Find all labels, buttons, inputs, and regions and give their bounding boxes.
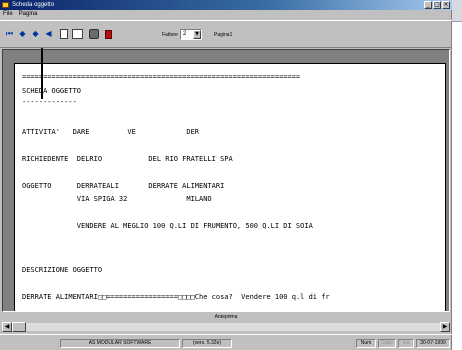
menu-pagina[interactable]: Pagina bbox=[19, 10, 38, 19]
scroll-thumb[interactable] bbox=[12, 322, 26, 332]
row-descrizione: DERRATE ALIMENTARI□□=================□□□… bbox=[22, 293, 330, 301]
maximize-button[interactable]: □ bbox=[433, 1, 441, 9]
minimize-button[interactable]: _ bbox=[424, 1, 432, 9]
row-address: VIA SPIGA 32 MILANO bbox=[22, 195, 212, 203]
status-num: Num bbox=[356, 339, 376, 348]
last-page-icon[interactable]: ◀ bbox=[43, 28, 54, 39]
status-version: (vers. 5.32e) bbox=[182, 339, 232, 348]
section-descrizione: DESCRIZIONE OGGETTO bbox=[22, 266, 103, 274]
preview-label: Anteprima bbox=[214, 314, 238, 320]
status-bar: AS MODULAR SOFTWARE (vers. 5.32e) Num Ca… bbox=[0, 334, 452, 350]
status-caps: Caps bbox=[378, 339, 396, 348]
background-toolbar-strip bbox=[452, 0, 462, 22]
report-preview-window: Scheda oggetto _ □ × File Pagina ⏮ ◆ ◆ ◀… bbox=[0, 0, 452, 350]
background-window-edge bbox=[452, 0, 462, 350]
row-note: VENDERE AL MEGLIO 100 Q.LI DI FRUMENTO, … bbox=[22, 222, 313, 230]
two-pages-icon[interactable] bbox=[72, 29, 83, 39]
scroll-track[interactable] bbox=[12, 323, 440, 331]
menu-file[interactable]: File bbox=[3, 10, 13, 19]
app-icon bbox=[2, 2, 9, 8]
menu-bar: File Pagina bbox=[0, 10, 452, 19]
zoom-value: 2 bbox=[183, 31, 187, 37]
title-bar: Scheda oggetto _ □ × bbox=[0, 0, 452, 10]
title-underline: ------------- bbox=[22, 98, 77, 106]
window-title: Scheda oggetto bbox=[12, 2, 55, 8]
prev-page-icon[interactable]: ◆ bbox=[17, 28, 28, 39]
separator-line: ========================================… bbox=[22, 73, 301, 81]
status-ins: Ins bbox=[398, 339, 414, 348]
status-date: 30-07-1999 bbox=[416, 339, 450, 348]
row-oggetto: OGGETTO DERRATEALI DERRATE ALIMENTARI bbox=[22, 182, 225, 190]
save-icon[interactable] bbox=[89, 29, 99, 39]
report-page: ========================================… bbox=[14, 63, 446, 311]
row-attivita: ATTIVITA' DARE VE DER bbox=[22, 128, 200, 136]
preview-area[interactable]: ========================================… bbox=[2, 49, 450, 312]
stop-icon[interactable] bbox=[105, 30, 112, 39]
chevron-down-icon[interactable]: ▼ bbox=[193, 30, 201, 39]
zoom-label: Fattore bbox=[162, 32, 178, 38]
scroll-left-icon[interactable]: ◀ bbox=[2, 322, 12, 332]
page-label: Pagina1 bbox=[214, 32, 233, 38]
close-button[interactable]: × bbox=[442, 1, 450, 9]
next-page-icon[interactable]: ◆ bbox=[30, 28, 41, 39]
scroll-right-icon[interactable]: ▶ bbox=[440, 322, 450, 332]
annotation-pointer bbox=[41, 48, 43, 99]
row-richiedente: RICHIEDENTE DELRIO DEL RIO FRATELLI SPA bbox=[22, 155, 233, 163]
first-page-icon[interactable]: ⏮ bbox=[4, 28, 15, 39]
zoom-select[interactable]: 2 ▼ bbox=[180, 29, 202, 40]
toolbar: ⏮ ◆ ◆ ◀ Fattore 2 ▼ Pagina1 bbox=[0, 20, 452, 48]
status-app: AS MODULAR SOFTWARE bbox=[60, 339, 180, 348]
report-title: SCHEDA OGGETTO bbox=[22, 87, 82, 95]
single-page-icon[interactable] bbox=[60, 29, 68, 39]
horizontal-scrollbar[interactable]: ◀ ▶ bbox=[2, 322, 450, 332]
